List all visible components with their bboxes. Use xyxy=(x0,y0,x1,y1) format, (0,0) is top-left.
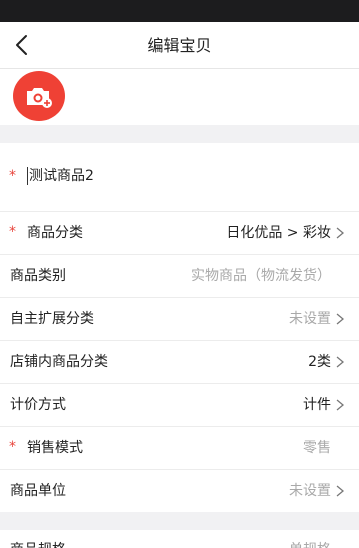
form-row-value: 未设置 xyxy=(289,483,331,499)
form-row[interactable]: * 销售模式 零售 xyxy=(0,427,359,470)
form-row-value: 2类 xyxy=(308,354,331,370)
status-bar xyxy=(0,0,359,22)
camera-add-icon xyxy=(27,88,52,108)
product-spec-row[interactable]: 商品规格 单规格 xyxy=(0,530,359,548)
section-gap-bottom xyxy=(0,512,359,530)
chevron-right-icon xyxy=(336,356,345,368)
chevron-right-icon xyxy=(336,313,345,325)
form-row[interactable]: * 商品分类 日化优品 > 彩妆 xyxy=(0,212,359,255)
chevron-right-icon xyxy=(336,485,345,497)
product-name-input[interactable]: 测试商品2 xyxy=(27,167,94,185)
form-row-value: 实物商品（物流发货） xyxy=(191,268,331,284)
form-row-label: 商品类别 xyxy=(10,268,66,284)
form-row-value: 日化优品 > 彩妆 xyxy=(226,225,331,241)
form-row-label: 商品单位 xyxy=(10,483,66,499)
product-spec-label: 商品规格 xyxy=(10,540,66,548)
form-list: * 商品分类 日化优品 > 彩妆 商品类别 实物商品（物流发货） 自主扩展分类 未设置 店铺内… xyxy=(0,212,359,513)
form-row-label: 商品分类 xyxy=(27,225,83,241)
required-mark: * xyxy=(9,168,16,184)
form-row-label: 计价方式 xyxy=(10,397,66,413)
chevron-right-icon xyxy=(336,227,345,239)
page-title: 编辑宝贝 xyxy=(147,36,212,55)
section-gap xyxy=(0,125,359,143)
form-row-value: 未设置 xyxy=(289,311,331,327)
nav-bar: 编辑宝贝 xyxy=(0,22,359,69)
form-row-label: 销售模式 xyxy=(27,440,83,456)
product-name-row[interactable]: * 测试商品2 xyxy=(0,143,359,212)
form-row[interactable]: 商品单位 未设置 xyxy=(0,470,359,513)
form-row-label: 自主扩展分类 xyxy=(10,311,94,327)
form-row-value: 零售 xyxy=(303,440,331,456)
form-row[interactable]: 自主扩展分类 未设置 xyxy=(0,298,359,341)
form-row[interactable]: 计价方式 计件 xyxy=(0,384,359,427)
required-mark: * xyxy=(9,439,16,455)
form-row-value: 计件 xyxy=(303,397,331,413)
chevron-right-icon xyxy=(336,399,345,411)
form-row[interactable]: 商品类别 实物商品（物流发货） xyxy=(0,255,359,298)
add-photo-button[interactable] xyxy=(13,71,65,121)
product-spec-value: 单规格 xyxy=(289,540,331,548)
required-mark: * xyxy=(9,224,16,240)
photo-section xyxy=(0,69,359,125)
form-row-label: 店铺内商品分类 xyxy=(10,354,108,370)
form-row[interactable]: 店铺内商品分类 2类 xyxy=(0,341,359,384)
